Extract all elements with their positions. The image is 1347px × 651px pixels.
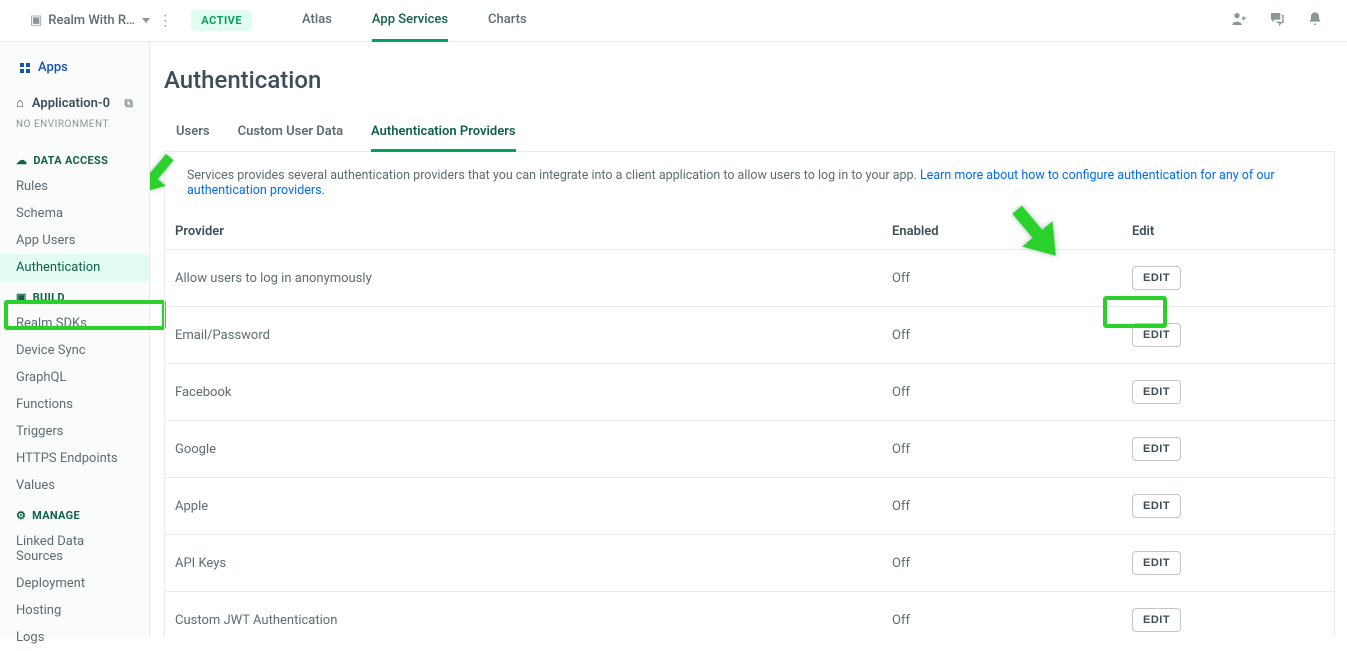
sidebar-item-triggers[interactable]: Triggers bbox=[0, 418, 149, 445]
edit-button[interactable]: EDIT bbox=[1132, 608, 1181, 632]
col-header-provider: Provider bbox=[165, 224, 892, 239]
provider-edit-cell: EDIT bbox=[1132, 266, 1334, 290]
home-icon bbox=[16, 95, 24, 111]
edit-button[interactable]: EDIT bbox=[1132, 323, 1181, 347]
sidebar-item-authentication[interactable]: Authentication bbox=[0, 254, 149, 281]
sidebar-item-app-users[interactable]: App Users bbox=[0, 227, 149, 254]
status-badge: ACTIVE bbox=[191, 10, 252, 31]
cloud-icon: ☁ bbox=[16, 154, 27, 167]
table-row: GoogleOffEDIT bbox=[165, 421, 1334, 478]
table-row: Custom JWT AuthenticationOffEDIT bbox=[165, 592, 1334, 637]
sidebar-env: NO ENVIRONMENT bbox=[0, 119, 149, 144]
edit-button[interactable]: EDIT bbox=[1132, 437, 1181, 461]
sidebar-item-schema[interactable]: Schema bbox=[0, 200, 149, 227]
sidebar-section-data-access: ☁ DATA ACCESS bbox=[0, 144, 149, 173]
sidebar-item-hosting[interactable]: Hosting bbox=[0, 597, 149, 624]
subtab-auth-providers[interactable]: Authentication Providers bbox=[371, 118, 516, 152]
table-row: Email/PasswordOffEDIT bbox=[165, 307, 1334, 364]
apps-grid-icon bbox=[20, 63, 30, 73]
sidebar-section-title: MANAGE bbox=[32, 509, 80, 522]
sidebar-app-name-row[interactable]: Application-0 ⧉ bbox=[0, 95, 149, 119]
provider-name: Custom JWT Authentication bbox=[165, 613, 892, 628]
sidebar-item-device-sync[interactable]: Device Sync bbox=[0, 337, 149, 364]
provider-name: Apple bbox=[165, 499, 892, 514]
sidebar-item-functions[interactable]: Functions bbox=[0, 391, 149, 418]
sidebar-item-rules[interactable]: Rules bbox=[0, 173, 149, 200]
sidebar-item-realm-sdks[interactable]: Realm SDKs bbox=[0, 310, 149, 337]
edit-button[interactable]: EDIT bbox=[1132, 551, 1181, 575]
build-icon: ▣ bbox=[16, 291, 27, 304]
topnav-atlas[interactable]: Atlas bbox=[302, 0, 332, 42]
provider-enabled: Off bbox=[892, 328, 1132, 343]
provider-name: Email/Password bbox=[165, 328, 892, 343]
provider-name: API Keys bbox=[165, 556, 892, 571]
provider-enabled: Off bbox=[892, 271, 1132, 286]
sidebar-item-linked-data-sources[interactable]: Linked Data Sources bbox=[0, 528, 149, 570]
provider-name: Google bbox=[165, 442, 892, 457]
subtab-custom-user-data[interactable]: Custom User Data bbox=[238, 118, 343, 152]
provider-enabled: Off bbox=[892, 613, 1132, 628]
sidebar: Apps Application-0 ⧉ NO ENVIRONMENT ☁ DA… bbox=[0, 42, 150, 637]
provider-enabled: Off bbox=[892, 442, 1132, 457]
folder-icon: ▣ bbox=[30, 13, 42, 28]
kebab-menu[interactable]: ⋮ bbox=[158, 13, 173, 29]
bell-icon[interactable] bbox=[1307, 11, 1323, 31]
sidebar-app-name: Application-0 bbox=[32, 96, 110, 111]
provider-edit-cell: EDIT bbox=[1132, 437, 1334, 461]
provider-edit-cell: EDIT bbox=[1132, 551, 1334, 575]
copy-icon[interactable]: ⧉ bbox=[124, 96, 133, 111]
provider-name: Allow users to log in anonymously bbox=[165, 271, 892, 286]
table-header: Provider Enabled Edit bbox=[165, 214, 1334, 250]
table-row: API KeysOffEDIT bbox=[165, 535, 1334, 592]
top-nav: Atlas App Services Charts bbox=[302, 0, 527, 42]
edit-button[interactable]: EDIT bbox=[1132, 494, 1181, 518]
subtab-users[interactable]: Users bbox=[176, 118, 210, 152]
project-name: Realm With Rea... bbox=[48, 13, 136, 28]
provider-edit-cell: EDIT bbox=[1132, 323, 1334, 347]
chevron-down-icon bbox=[142, 18, 150, 23]
project-selector[interactable]: ▣ Realm With Rea... bbox=[30, 13, 150, 28]
topnav-app-services[interactable]: App Services bbox=[372, 0, 448, 42]
col-header-enabled: Enabled bbox=[892, 224, 1132, 239]
sidebar-item-values[interactable]: Values bbox=[0, 472, 149, 499]
topnav-charts[interactable]: Charts bbox=[488, 0, 527, 42]
topbar-right bbox=[1231, 11, 1323, 31]
provider-enabled: Off bbox=[892, 385, 1132, 400]
col-header-edit: Edit bbox=[1132, 224, 1334, 239]
feedback-icon[interactable] bbox=[1269, 11, 1285, 31]
sidebar-section-title: BUILD bbox=[33, 291, 65, 304]
providers-panel: Services provides several authentication… bbox=[164, 152, 1335, 637]
sidebar-section-build: ▣ BUILD bbox=[0, 281, 149, 310]
sidebar-apps-label: Apps bbox=[38, 60, 68, 75]
edit-button[interactable]: EDIT bbox=[1132, 266, 1181, 290]
provider-enabled: Off bbox=[892, 556, 1132, 571]
sidebar-apps-link[interactable]: Apps bbox=[0, 60, 149, 95]
table-row: FacebookOffEDIT bbox=[165, 364, 1334, 421]
provider-name: Facebook bbox=[165, 385, 892, 400]
sidebar-section-manage: ⚙ MANAGE bbox=[0, 499, 149, 528]
sidebar-item-graphql[interactable]: GraphQL bbox=[0, 364, 149, 391]
subtabs: Users Custom User Data Authentication Pr… bbox=[164, 118, 1335, 152]
gear-icon: ⚙ bbox=[16, 509, 26, 522]
provider-edit-cell: EDIT bbox=[1132, 380, 1334, 404]
table-row: Allow users to log in anonymouslyOffEDIT bbox=[165, 250, 1334, 307]
provider-edit-cell: EDIT bbox=[1132, 494, 1334, 518]
panel-description: Services provides several authentication… bbox=[165, 152, 1334, 214]
provider-enabled: Off bbox=[892, 499, 1132, 514]
panel-description-text: Services provides several authentication… bbox=[187, 168, 920, 183]
sidebar-item-deployment[interactable]: Deployment bbox=[0, 570, 149, 597]
sidebar-section-title: DATA ACCESS bbox=[33, 154, 108, 167]
topbar: ▣ Realm With Rea... ⋮ ACTIVE Atlas App S… bbox=[0, 0, 1347, 42]
main-content: Authentication Users Custom User Data Au… bbox=[150, 42, 1347, 637]
invite-icon[interactable] bbox=[1231, 11, 1247, 31]
sidebar-item-logs[interactable]: Logs bbox=[0, 624, 149, 651]
page-title: Authentication bbox=[164, 66, 1335, 94]
sidebar-item-https-endpoints[interactable]: HTTPS Endpoints bbox=[0, 445, 149, 472]
provider-edit-cell: EDIT bbox=[1132, 608, 1334, 632]
edit-button[interactable]: EDIT bbox=[1132, 380, 1181, 404]
table-row: AppleOffEDIT bbox=[165, 478, 1334, 535]
